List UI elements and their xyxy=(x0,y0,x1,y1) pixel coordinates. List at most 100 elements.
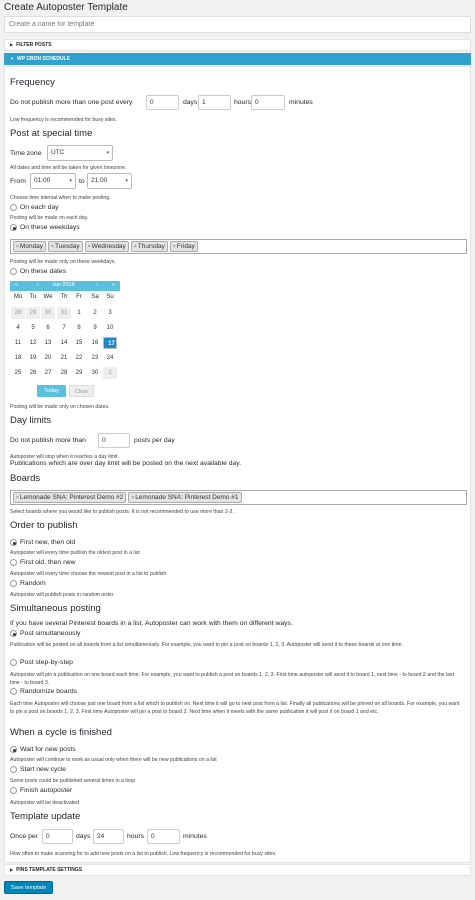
pins-template-settings-toggle[interactable]: ▶ PINS TEMPLATE SETTINGS xyxy=(4,864,471,876)
calendar-day[interactable]: 29 xyxy=(26,307,40,319)
frequency-minutes-input[interactable]: 0 xyxy=(251,95,285,110)
weekday-tag[interactable]: ×Monday xyxy=(13,241,47,252)
calendar-day[interactable]: 10 xyxy=(103,322,117,334)
next-year-icon[interactable]: » xyxy=(112,282,115,288)
remove-icon[interactable]: × xyxy=(134,244,137,250)
calendar-day[interactable]: 22 xyxy=(72,352,86,364)
remove-icon[interactable]: × xyxy=(16,244,19,250)
calendar-day[interactable]: 1 xyxy=(103,367,117,379)
radio-first-new[interactable]: First new, then old xyxy=(10,539,75,546)
calendar-day[interactable]: 5 xyxy=(26,322,40,334)
board-tag[interactable]: ×Lemonade SNA: Pinterest Demo #1 xyxy=(128,492,242,503)
calendar-day[interactable]: 18 xyxy=(11,352,25,364)
calendar-day[interactable]: 31 xyxy=(57,307,71,319)
radio-weekdays[interactable]: On these weekdays xyxy=(10,224,80,231)
radio-first-old[interactable]: First old, then new xyxy=(10,559,76,566)
calendar-day[interactable]: 2 xyxy=(88,307,102,319)
calendar-day[interactable]: 13 xyxy=(41,337,55,349)
update-days-input[interactable]: 0 xyxy=(42,829,73,844)
radio-start-new-cycle[interactable]: Start new cycle xyxy=(10,766,66,773)
radio-post-simultaneously[interactable]: Post simultaneously xyxy=(10,630,80,637)
from-time-select[interactable]: 01:00 ▾ xyxy=(30,173,76,189)
weekday-tag[interactable]: ×Thursday xyxy=(130,241,168,252)
calendar-day[interactable]: 16 xyxy=(88,337,102,349)
board-tag[interactable]: ×Lemonade SNA: Pinterest Demo #2 xyxy=(13,492,127,503)
radio-dates[interactable]: On these dates xyxy=(10,268,66,275)
weekday-tag[interactable]: ×Tuesday xyxy=(48,241,83,252)
day-limit-input[interactable]: 0 xyxy=(98,433,130,448)
remove-icon[interactable]: × xyxy=(51,244,54,250)
calendar-month[interactable]: Jun 2018 xyxy=(52,282,75,288)
calendar-dow: Th xyxy=(60,294,68,300)
prev-year-icon[interactable]: « xyxy=(15,282,18,288)
radio-each-day[interactable]: On each day xyxy=(10,204,59,211)
chevron-down-icon: ▾ xyxy=(69,178,72,184)
calendar-today-button[interactable]: Today xyxy=(37,385,66,397)
update-hours-input[interactable]: 24 xyxy=(93,829,124,844)
calendar-day[interactable]: 4 xyxy=(11,322,25,334)
calendar-day[interactable]: 29 xyxy=(72,367,86,379)
order-opt2-hint: Autoposter will every time choose the ne… xyxy=(10,571,167,577)
day-limits-title: Day limits xyxy=(10,415,52,426)
wp-cron-schedule-toggle[interactable]: ▼ WP CRON SCHEDULE xyxy=(4,53,471,65)
update-minutes-input[interactable]: 0 xyxy=(147,829,180,844)
calendar-day[interactable]: 20 xyxy=(41,352,55,364)
calendar-day[interactable]: 9 xyxy=(88,322,102,334)
calendar-day[interactable]: 30 xyxy=(88,367,102,379)
radio-step-by-step[interactable]: Post step-by-step xyxy=(10,659,73,666)
boards-select[interactable]: ×Lemonade SNA: Pinterest Demo #2 ×Lemona… xyxy=(10,490,467,505)
weekday-tag[interactable]: ×Wednesday xyxy=(84,241,129,252)
calendar-day[interactable]: 24 xyxy=(103,352,117,364)
calendar-day[interactable]: 7 xyxy=(57,322,71,334)
calendar-day[interactable]: 6 xyxy=(41,322,55,334)
calendar-week: 25 26 27 28 29 30 1 xyxy=(10,367,120,379)
calendar-week: 28 29 30 31 1 2 3 xyxy=(10,307,120,319)
frequency-hours-input[interactable]: 1 xyxy=(198,95,231,110)
day-limits-prefix: Do not publish more than xyxy=(10,437,86,444)
weekday-tag[interactable]: ×Friday xyxy=(169,241,198,252)
weekdays-select[interactable]: ×Monday ×Tuesday ×Wednesday ×Thursday ×F… xyxy=(10,239,467,254)
next-month-icon[interactable]: › xyxy=(96,282,98,288)
calendar-day[interactable]: 28 xyxy=(11,307,25,319)
calendar-clear-button[interactable]: Clear xyxy=(69,385,94,397)
remove-icon[interactable]: × xyxy=(16,495,19,501)
calendar-day[interactable]: 8 xyxy=(72,322,86,334)
calendar-day[interactable]: 12 xyxy=(26,337,40,349)
prev-month-icon[interactable]: ‹ xyxy=(37,282,39,288)
cron-schedule-panel: Frequency Do not publish more than one p… xyxy=(4,66,471,863)
filter-posts-toggle[interactable]: ▶ FILTER POSTS xyxy=(4,39,471,51)
frequency-days-input[interactable]: 0 xyxy=(146,95,179,110)
calendar-day-selected[interactable]: 17 xyxy=(103,337,117,349)
timezone-select[interactable]: UTC ▾ xyxy=(47,145,113,161)
to-time-select[interactable]: 21:00 ▾ xyxy=(87,173,132,189)
update-minutes-label: minutes xyxy=(183,833,207,840)
cycle-opt1-hint: Autoposter will continue to work as usua… xyxy=(10,757,217,763)
calendar-day[interactable]: 30 xyxy=(41,307,55,319)
calendar-day[interactable]: 25 xyxy=(11,367,25,379)
calendar-day[interactable]: 11 xyxy=(11,337,25,349)
calendar-day[interactable]: 21 xyxy=(57,352,71,364)
save-template-button[interactable]: Save template xyxy=(4,881,53,894)
calendar-day[interactable]: 28 xyxy=(57,367,71,379)
radio-checked-icon xyxy=(10,539,17,546)
radio-wait-new-posts[interactable]: Wait for new posts xyxy=(10,746,76,753)
radio-finish-autoposter[interactable]: Finish autoposter xyxy=(10,787,72,794)
calendar-dow: Mo xyxy=(13,294,23,300)
cycle-opt3-label: Finish autoposter xyxy=(20,787,73,794)
order-opt3-label: Random xyxy=(20,580,46,587)
calendar-day[interactable]: 14 xyxy=(57,337,71,349)
radio-randomize-boards[interactable]: Randomize boards xyxy=(10,688,77,695)
remove-icon[interactable]: × xyxy=(88,244,91,250)
calendar-day[interactable]: 15 xyxy=(72,337,86,349)
calendar-day[interactable]: 26 xyxy=(26,367,40,379)
calendar-day[interactable]: 3 xyxy=(103,307,117,319)
each-day-hint: Posting will be made on each day. xyxy=(10,215,89,221)
calendar-day[interactable]: 23 xyxy=(88,352,102,364)
remove-icon[interactable]: × xyxy=(131,495,134,501)
calendar-day[interactable]: 1 xyxy=(72,307,86,319)
calendar-day[interactable]: 27 xyxy=(41,367,55,379)
remove-icon[interactable]: × xyxy=(173,244,176,250)
template-name-input[interactable] xyxy=(4,16,471,33)
radio-random[interactable]: Random xyxy=(10,580,46,587)
calendar-day[interactable]: 19 xyxy=(26,352,40,364)
